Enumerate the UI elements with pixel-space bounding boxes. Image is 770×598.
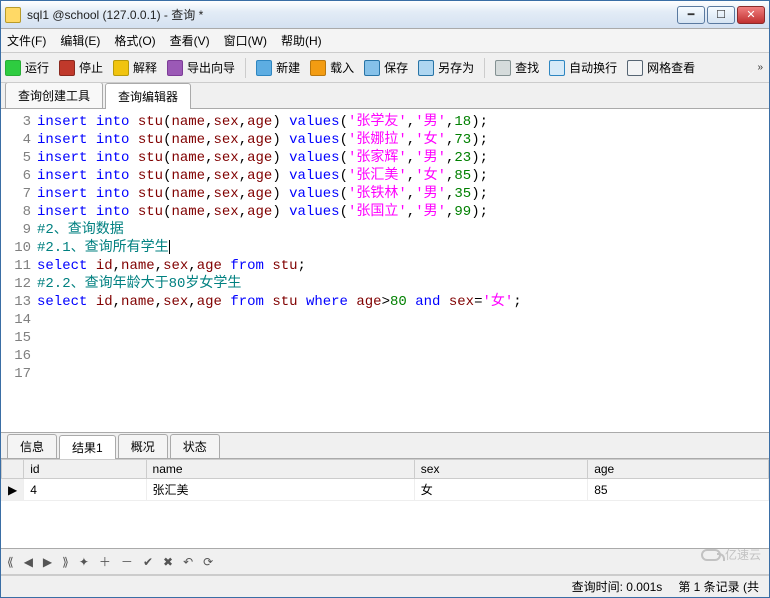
menu-edit[interactable]: 编辑(E) (60, 32, 100, 49)
nav-button[interactable]: ↶ (183, 555, 193, 569)
nav-button[interactable]: ⟪ (7, 555, 14, 569)
run-icon (5, 60, 21, 76)
tab-status[interactable]: 状态 (170, 434, 220, 458)
code-area[interactable]: insert into stu(name,sex,age) values('张学… (37, 109, 769, 432)
saveas-button[interactable]: 另存为 (418, 59, 474, 76)
save-button[interactable]: 保存 (364, 59, 408, 76)
find-button[interactable]: 查找 (495, 59, 539, 76)
result-grid-area[interactable]: idnamesexage ▶4张汇美女85 (1, 459, 769, 549)
stop-button[interactable]: 停止 (59, 59, 103, 76)
record-nav-bar: ⟪ ◀ ▶ ⟫ ✦ ＋ － ✔ ✖ ↶ ⟳ (1, 549, 769, 575)
watermark-text: 亿速云 (725, 546, 761, 563)
tab-result1[interactable]: 结果1 (59, 435, 116, 459)
status-bar: 查询时间: 0.001s 第 1 条记录 (共 (1, 575, 769, 597)
watermark-icon (701, 549, 721, 561)
explain-button[interactable]: 解释 (113, 59, 157, 76)
separator (484, 58, 485, 78)
save-icon (364, 60, 380, 76)
line-gutter: 34567891011121314151617 (1, 109, 37, 432)
editor-tabs: 查询创建工具 查询编辑器 (1, 83, 769, 109)
explain-icon (113, 60, 129, 76)
stop-icon (59, 60, 75, 76)
tab-info[interactable]: 信息 (7, 434, 57, 458)
app-icon (5, 7, 21, 23)
nav-button[interactable]: ＋ (99, 553, 111, 570)
row-indicator: ▶ (2, 479, 24, 501)
result-tabs: 信息 结果1 概况 状态 (1, 433, 769, 459)
sql-editor[interactable]: 34567891011121314151617 insert into stu(… (1, 109, 769, 433)
close-button[interactable]: ✕ (737, 6, 765, 24)
toolbar: 运行 停止 解释 导出向导 新建 载入 保存 另存为 查找 自动换行 网格查看 … (1, 53, 769, 83)
watermark: 亿速云 (701, 546, 761, 563)
nav-button[interactable]: ✦ (79, 555, 89, 569)
grid-icon (627, 60, 643, 76)
separator (245, 58, 246, 78)
result-header-row: idnamesexage (2, 460, 769, 479)
run-button[interactable]: 运行 (5, 59, 49, 76)
saveas-icon (418, 60, 434, 76)
nav-button[interactable]: ✖ (163, 555, 173, 569)
table-row[interactable]: ▶4张汇美女85 (2, 479, 769, 501)
menu-help[interactable]: 帮助(H) (281, 32, 322, 49)
menu-view[interactable]: 查看(V) (170, 32, 210, 49)
nav-button[interactable]: ◀ (24, 555, 33, 569)
menu-format[interactable]: 格式(O) (114, 32, 155, 49)
col-name[interactable]: name (146, 460, 414, 479)
app-window: sql1 @school (127.0.0.1) - 查询 * ━ ☐ ✕ 文件… (0, 0, 770, 598)
find-icon (495, 60, 511, 76)
load-icon (310, 60, 326, 76)
result-grid[interactable]: idnamesexage ▶4张汇美女85 (1, 459, 769, 501)
window-controls: ━ ☐ ✕ (677, 6, 765, 24)
col-id[interactable]: id (24, 460, 146, 479)
wrap-icon (549, 60, 565, 76)
maximize-button[interactable]: ☐ (707, 6, 735, 24)
nav-button[interactable]: ▶ (43, 555, 52, 569)
tab-query-builder[interactable]: 查询创建工具 (5, 82, 103, 108)
export-wizard-button[interactable]: 导出向导 (167, 59, 235, 76)
wrap-button[interactable]: 自动换行 (549, 59, 617, 76)
new-button[interactable]: 新建 (256, 59, 300, 76)
menu-file[interactable]: 文件(F) (7, 32, 46, 49)
minimize-button[interactable]: ━ (677, 6, 705, 24)
nav-button[interactable]: ⟫ (62, 555, 69, 569)
menu-bar: 文件(F) 编辑(E) 格式(O) 查看(V) 窗口(W) 帮助(H) (1, 29, 769, 53)
tab-query-editor[interactable]: 查询编辑器 (105, 83, 191, 109)
nav-button[interactable]: － (121, 553, 133, 570)
grid-view-button[interactable]: 网格查看 (627, 59, 695, 76)
wizard-icon (167, 60, 183, 76)
col-sex[interactable]: sex (414, 460, 587, 479)
toolbar-overflow[interactable]: » (757, 62, 763, 73)
col-age[interactable]: age (588, 460, 769, 479)
nav-button[interactable]: ✔ (143, 555, 153, 569)
window-title: sql1 @school (127.0.0.1) - 查询 * (27, 6, 677, 23)
menu-window[interactable]: 窗口(W) (224, 32, 267, 49)
new-icon (256, 60, 272, 76)
nav-button[interactable]: ⟳ (203, 555, 213, 569)
load-button[interactable]: 载入 (310, 59, 354, 76)
tab-profile[interactable]: 概况 (118, 434, 168, 458)
title-bar[interactable]: sql1 @school (127.0.0.1) - 查询 * ━ ☐ ✕ (1, 1, 769, 29)
query-time: 查询时间: 0.001s (572, 578, 663, 595)
record-count: 第 1 条记录 (共 (678, 578, 759, 595)
